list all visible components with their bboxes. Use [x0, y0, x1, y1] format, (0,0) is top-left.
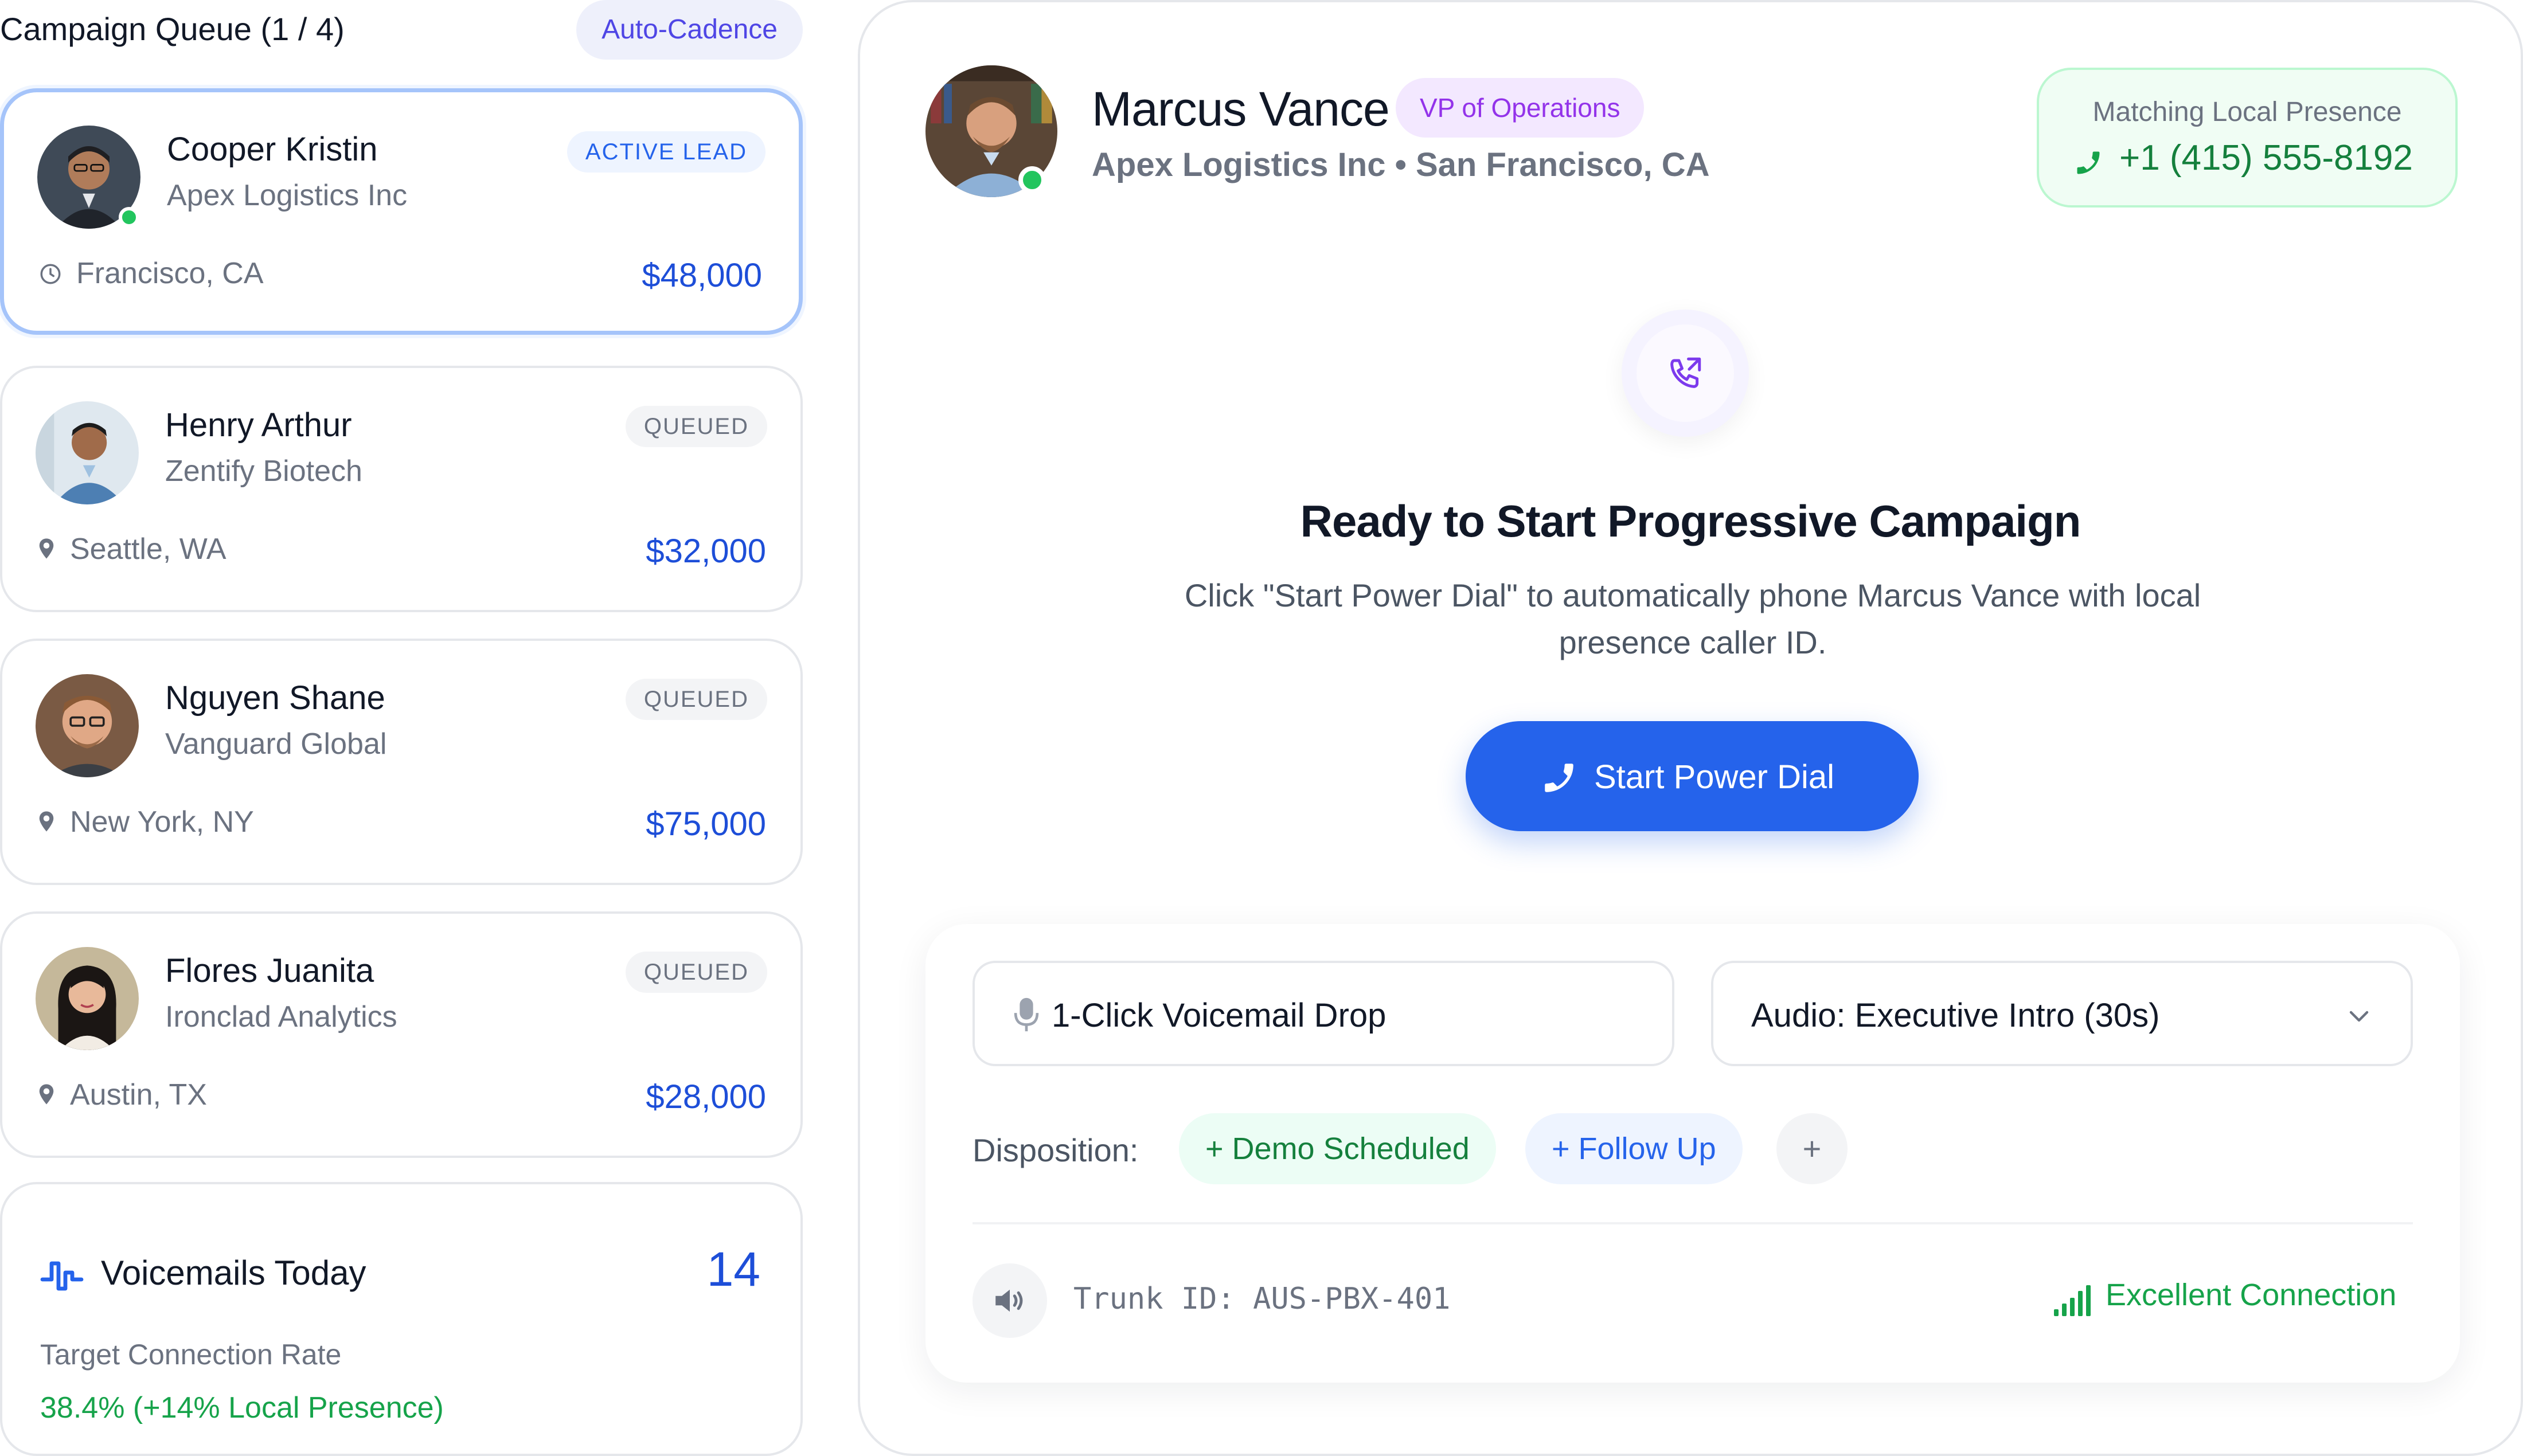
- lead-card[interactable]: Nguyen Shane Vanguard Global QUEUED New …: [0, 639, 803, 885]
- lead-location: Francisco, CA: [76, 257, 264, 290]
- disposition-label: Disposition:: [973, 1132, 1139, 1168]
- contact-name: Marcus Vance: [1092, 82, 1390, 136]
- audio-selected-value: Audio: Executive Intro (30s): [1751, 997, 2160, 1034]
- online-indicator: [119, 207, 139, 228]
- voicemail-drop-button[interactable]: 1-Click Voicemail Drop: [973, 961, 1674, 1066]
- clock-icon: [40, 264, 61, 284]
- lead-location: Austin, TX: [70, 1078, 207, 1111]
- pin-icon: [39, 811, 54, 832]
- voicemail-stats-card: Voicemails Today 14 Target Connection Ra…: [0, 1182, 803, 1456]
- status-badge: QUEUED: [625, 679, 767, 720]
- contact-subtitle: Apex Logistics Inc • San Francisco, CA: [1092, 146, 1710, 183]
- role-badge: VP of Operations: [1396, 78, 1645, 138]
- status-badge: QUEUED: [625, 952, 767, 993]
- lead-card[interactable]: Flores Juanita Ironclad Analytics QUEUED…: [0, 911, 803, 1158]
- campaign-description: Click "Start Power Dial" to automaticall…: [1184, 577, 2201, 660]
- presence-label: Matching Local Presence: [2092, 97, 2402, 127]
- queue-title: Campaign Queue (1 / 4): [0, 11, 345, 47]
- divider: [973, 1222, 2413, 1224]
- status-badge: QUEUED: [625, 406, 767, 447]
- dialer-panel: Marcus Vance VP of Operations Apex Logis…: [858, 0, 2523, 1456]
- presence-phone: +1 (415) 555-8192: [2073, 138, 2413, 178]
- connection-quality: Excellent Connection: [2106, 1278, 2397, 1312]
- lead-location: Seattle, WA: [70, 533, 226, 566]
- disposition-demo-scheduled[interactable]: + Demo Scheduled: [1179, 1113, 1496, 1184]
- lead-name: Henry Arthur: [165, 406, 352, 444]
- lead-company: Ironclad Analytics: [165, 1000, 397, 1034]
- microphone-icon: [1014, 997, 1039, 1032]
- lead-value: $32,000: [646, 533, 766, 570]
- trunk-id: Trunk ID: AUS-PBX-401: [1073, 1282, 1451, 1316]
- local-presence-box: Matching Local Presence +1 (415) 555-819…: [2037, 68, 2458, 208]
- stats-subtitle: Target Connection Rate: [40, 1338, 342, 1371]
- lead-value: $28,000: [646, 1078, 766, 1116]
- disposition-follow-up[interactable]: + Follow Up: [1525, 1113, 1743, 1184]
- outgoing-call-icon: [1670, 357, 1701, 388]
- campaign-queue-panel: Campaign Queue (1 / 4) Auto-Cadence Coop…: [0, 0, 803, 1456]
- lead-company: Apex Logistics Inc: [167, 179, 408, 212]
- add-disposition-button[interactable]: +: [1776, 1113, 1848, 1184]
- queue-header: Campaign Queue (1 / 4) Auto-Cadence: [0, 0, 803, 63]
- audio-select[interactable]: Audio: Executive Intro (30s): [1711, 961, 2413, 1066]
- auto-cadence-toggle[interactable]: Auto-Cadence: [576, 0, 803, 60]
- lead-card[interactable]: Henry Arthur Zentify Biotech QUEUED Seat…: [0, 366, 803, 612]
- avatar: [36, 401, 139, 504]
- presence-phone-number: +1 (415) 555-8192: [2119, 138, 2413, 178]
- call-status-circle: [1622, 310, 1749, 437]
- avatar: [36, 947, 139, 1050]
- phone-icon: [1545, 764, 1573, 792]
- lead-company: Zentify Biotech: [165, 455, 362, 488]
- lead-name: Flores Juanita: [165, 952, 374, 989]
- voicemail-count: 14: [706, 1242, 760, 1296]
- pin-icon: [39, 538, 54, 559]
- online-indicator: [1018, 166, 1046, 194]
- lead-name: Cooper Kristin: [167, 131, 378, 168]
- pulse-icon: [40, 1261, 84, 1291]
- stats-title: Voicemails Today: [101, 1254, 366, 1292]
- lead-company: Vanguard Global: [165, 727, 387, 761]
- campaign-title: Ready to Start Progressive Campaign: [1300, 496, 2081, 546]
- lead-value: $75,000: [646, 805, 766, 843]
- pin-icon: [39, 1084, 54, 1105]
- status-badge: ACTIVE LEAD: [567, 131, 766, 173]
- start-power-dial-button[interactable]: Start Power Dial: [1466, 721, 1919, 831]
- start-power-dial-label: Start Power Dial: [1594, 758, 1835, 796]
- lead-location: New York, NY: [70, 805, 254, 839]
- chevron-down-icon: [2349, 1011, 2369, 1022]
- speaker-icon: [995, 1289, 1023, 1312]
- signal-strength-icon: [2054, 1285, 2091, 1316]
- speaker-button[interactable]: [973, 1263, 1047, 1338]
- connection-rate: 38.4% (+14% Local Presence): [40, 1391, 444, 1424]
- avatar: [36, 674, 139, 777]
- lead-name: Nguyen Shane: [165, 679, 385, 717]
- lead-value: $48,000: [642, 257, 762, 294]
- lead-card[interactable]: Cooper Kristin Apex Logistics Inc ACTIVE…: [0, 88, 803, 335]
- call-controls-card: 1-Click Voicemail Drop Audio: Executive …: [925, 924, 2460, 1383]
- voicemail-drop-label: 1-Click Voicemail Drop: [1052, 997, 1387, 1034]
